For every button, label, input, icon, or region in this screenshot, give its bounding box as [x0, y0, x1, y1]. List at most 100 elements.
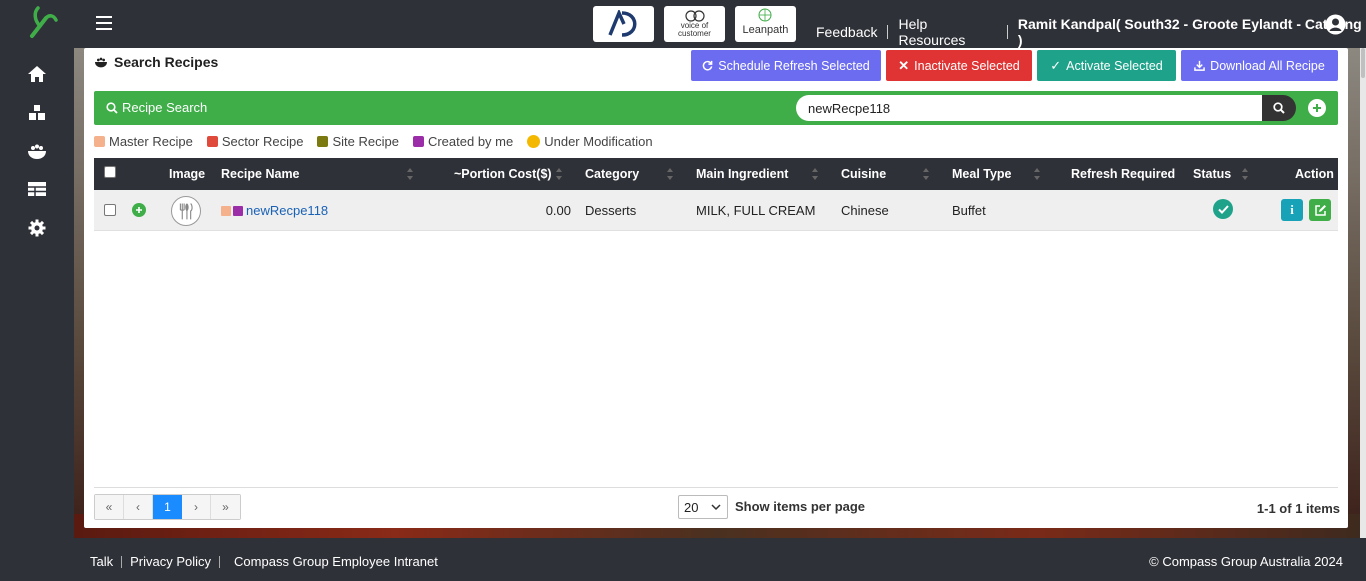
recipe-search-label-text: Recipe Search: [122, 100, 208, 115]
feedback-link[interactable]: Feedback: [816, 24, 877, 40]
voc-brand-text: voice of customer: [678, 21, 711, 38]
table-header: Image Recipe Name ~Portion Cost($) Categ…: [94, 158, 1338, 190]
col-recipe-name[interactable]: Recipe Name: [221, 167, 300, 181]
recipe-search-bar: Recipe Search: [94, 91, 1338, 125]
help-resources-link[interactable]: Help Resources: [898, 16, 996, 48]
created-by-me-marker: [233, 206, 243, 216]
page-title: Search Recipes: [94, 54, 218, 70]
schedule-refresh-label: Schedule Refresh Selected: [718, 58, 870, 73]
table-icon[interactable]: [27, 180, 47, 198]
inactivate-label: Inactivate Selected: [914, 58, 1020, 73]
sort-icon[interactable]: [406, 167, 414, 181]
recipe-image-placeholder-icon: [171, 196, 201, 226]
legend-swatch: [317, 136, 329, 147]
leanpath-link[interactable]: Leanpath: [735, 6, 796, 42]
sort-icon[interactable]: [811, 167, 819, 181]
divider: [121, 555, 123, 568]
legend-site-recipe: Site Recipe: [317, 134, 399, 149]
chevron-down-icon: [711, 504, 721, 511]
pagination: « ‹ 1 › »: [94, 494, 241, 520]
plus-icon: [136, 207, 142, 213]
next-page-button[interactable]: ›: [182, 495, 211, 519]
talk-link[interactable]: Talk: [90, 554, 113, 569]
schedule-refresh-selected-button[interactable]: Schedule Refresh Selected: [691, 50, 881, 81]
status-active-icon: [1213, 199, 1233, 219]
divider: [1006, 25, 1008, 39]
category: Desserts: [585, 203, 637, 218]
master-recipe-marker: [221, 206, 231, 216]
inventory-icon[interactable]: [27, 104, 47, 122]
page-scrollbar[interactable]: [1360, 48, 1366, 538]
sort-icon[interactable]: [1241, 167, 1249, 181]
recipe-search-input[interactable]: [796, 95, 1262, 121]
divider: [887, 25, 889, 39]
page-title-text: Search Recipes: [114, 54, 219, 70]
edit-icon: [1314, 204, 1326, 216]
sort-icon[interactable]: [922, 167, 930, 181]
recipe-name-link[interactable]: newRecpe118: [246, 203, 328, 218]
activate-selected-button[interactable]: ✓ Activate Selected: [1037, 50, 1176, 81]
add-recipe-button[interactable]: [1308, 99, 1326, 117]
select-all-checkbox[interactable]: [104, 166, 116, 178]
recipe-info-button[interactable]: i: [1281, 199, 1303, 221]
copyright: © Compass Group Australia 2024: [1149, 554, 1343, 569]
table-row[interactable]: newRecpe118 0.00 Desserts MILK, FULL CRE…: [94, 190, 1338, 231]
privacy-policy-link[interactable]: Privacy Policy: [130, 554, 211, 569]
expand-row-icon[interactable]: [132, 203, 146, 217]
employee-intranet-link[interactable]: Compass Group Employee Intranet: [234, 554, 438, 569]
col-category[interactable]: Category: [585, 167, 639, 181]
legend-swatch: [94, 136, 105, 147]
sort-icon[interactable]: [1033, 167, 1041, 181]
main-ingredient: MILK, FULL CREAM: [696, 203, 816, 218]
col-status[interactable]: Status: [1193, 167, 1231, 181]
current-page-button[interactable]: 1: [153, 495, 182, 519]
check-icon: ✓: [1050, 57, 1062, 73]
fork-leaf-logo-icon[interactable]: [24, 4, 60, 40]
voice-of-customer-link[interactable]: voice of customer: [664, 6, 725, 42]
close-icon: ✕: [898, 57, 910, 73]
legend-label: Sector Recipe: [221, 134, 304, 149]
items-per-page-select[interactable]: 20: [678, 495, 728, 519]
user-account-icon[interactable]: [1325, 14, 1346, 35]
legend-created-by-me: Created by me: [412, 134, 514, 149]
legend-label: Created by me: [427, 134, 514, 149]
row-checkbox[interactable]: [104, 204, 116, 216]
search-submit-button[interactable]: [1262, 95, 1296, 121]
search-recipes-panel: Search Recipes Schedule Refresh Selected…: [84, 48, 1348, 528]
col-portion-cost[interactable]: ~Portion Cost($): [454, 167, 552, 181]
cuisine: Chinese: [841, 203, 889, 218]
col-meal-type[interactable]: Meal Type: [952, 167, 1012, 181]
legend-label: Under Modification: [544, 134, 653, 149]
user-name[interactable]: Ramit Kandpal( South32 - Groote Eylandt …: [1018, 16, 1366, 48]
col-cuisine[interactable]: Cuisine: [841, 167, 886, 181]
recipe-bowl-icon[interactable]: [27, 142, 47, 160]
prev-page-button[interactable]: ‹: [124, 495, 153, 519]
recipes-table: Image Recipe Name ~Portion Cost($) Categ…: [94, 158, 1338, 231]
leanpath-globe-icon: [758, 8, 772, 22]
search-icon: [1273, 102, 1285, 114]
top-header: voice of customer Leanpath Feedback Help…: [0, 0, 1366, 48]
edit-recipe-button[interactable]: [1309, 199, 1331, 221]
download-icon: [1194, 60, 1205, 71]
col-main-ingredient[interactable]: Main Ingredient: [696, 167, 788, 181]
item-count: 1-1 of 1 items: [1256, 501, 1340, 516]
leanpath-brand-text: Leanpath: [742, 24, 789, 36]
sort-icon[interactable]: [666, 167, 674, 181]
legend-sector-recipe: Sector Recipe: [206, 134, 304, 149]
recipe-search-label: Recipe Search: [106, 100, 207, 115]
sort-icon[interactable]: [555, 167, 563, 181]
divider: [219, 555, 221, 568]
col-action: Action: [1295, 167, 1334, 181]
items-per-page-value: 20: [684, 499, 699, 515]
home-icon[interactable]: [27, 65, 47, 83]
scrollbar-thumb[interactable]: [1361, 48, 1365, 78]
menu-toggle-icon[interactable]: [96, 16, 112, 30]
ad-brand-link[interactable]: [593, 6, 654, 42]
inactivate-selected-button[interactable]: ✕ Inactivate Selected: [886, 50, 1032, 81]
last-page-button[interactable]: »: [211, 495, 240, 519]
first-page-button[interactable]: «: [95, 495, 124, 519]
gear-icon[interactable]: [27, 219, 47, 237]
legend-swatch: [527, 135, 541, 148]
legend-swatch: [206, 136, 218, 147]
download-all-recipe-button[interactable]: Download All Recipe: [1181, 50, 1338, 81]
